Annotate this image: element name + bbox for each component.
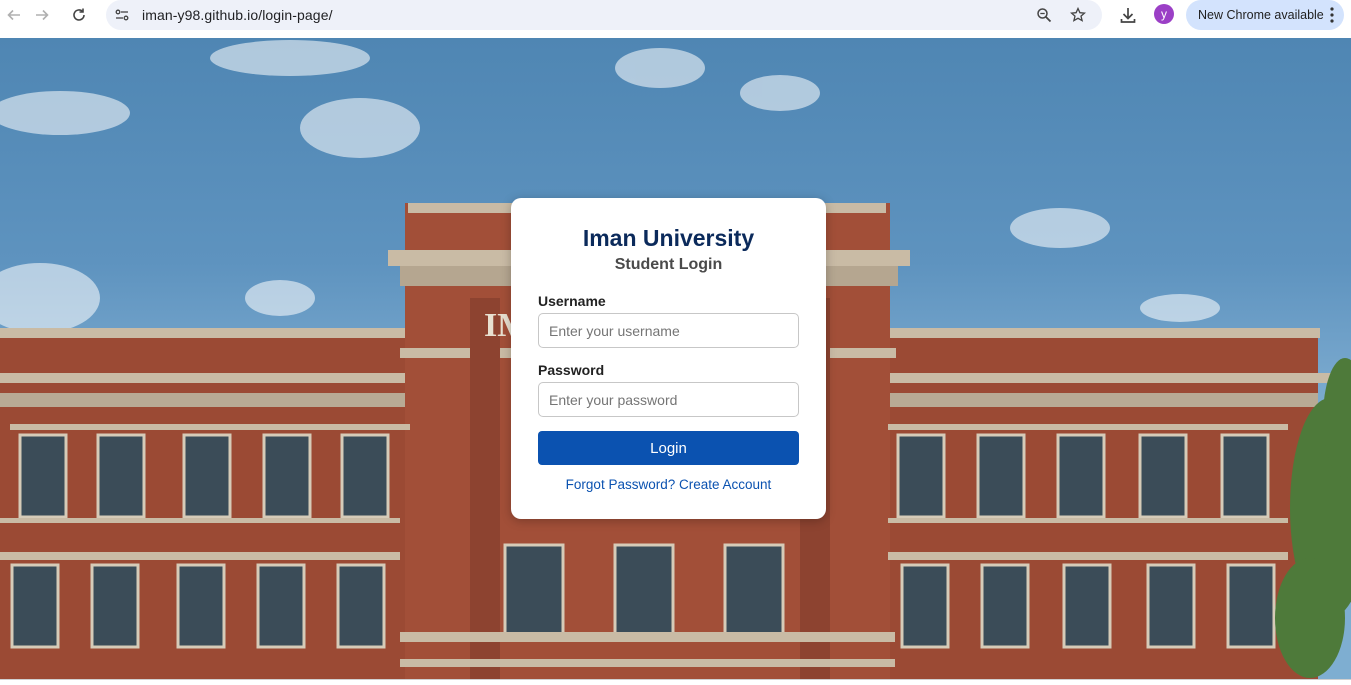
forward-icon: [36, 9, 49, 21]
download-icon: [1120, 8, 1136, 23]
username-input[interactable]: [538, 313, 799, 348]
back-icon: [7, 9, 20, 21]
username-label: Username: [538, 293, 606, 309]
login-subtitle: Student Login: [614, 256, 723, 273]
forgot-password-link[interactable]: Forgot Password?: [566, 477, 676, 492]
url-text[interactable]: iman-y98.github.io/login-page/: [142, 7, 333, 23]
reload-icon: [73, 8, 85, 21]
login-button[interactable]: Login: [538, 431, 799, 465]
update-label: New Chrome available: [1198, 8, 1324, 22]
site-info-icon[interactable]: [114, 7, 130, 23]
zoom-icon: [1037, 8, 1052, 23]
password-input[interactable]: [538, 382, 799, 417]
create-account-link[interactable]: Create Account: [679, 477, 771, 492]
bottom-strip: [0, 679, 1351, 685]
bookmark-button[interactable]: [1068, 5, 1088, 25]
page-viewport: IM Iman University Student Login Usernam…: [0, 38, 1351, 679]
update-chrome-button[interactable]: New Chrome available: [1186, 0, 1344, 30]
university-title: Iman University: [582, 225, 755, 251]
downloads-button[interactable]: [1117, 4, 1139, 26]
browser-toolbar: iman-y98.github.io/login-page/ y New Chr…: [0, 0, 1351, 30]
forward-button[interactable]: [28, 1, 56, 29]
back-button[interactable]: [0, 1, 28, 29]
bookmark-star-icon: [1070, 7, 1086, 22]
profile-avatar[interactable]: y: [1154, 4, 1174, 24]
address-bar[interactable]: iman-y98.github.io/login-page/: [106, 0, 1102, 30]
more-icon[interactable]: [1330, 7, 1334, 23]
account-links: Forgot Password? Create Account: [511, 477, 826, 492]
login-card: Iman University Student Login Username P…: [511, 198, 826, 519]
password-label: Password: [538, 362, 605, 378]
zoom-button[interactable]: [1034, 5, 1054, 25]
reload-button[interactable]: [65, 1, 93, 29]
